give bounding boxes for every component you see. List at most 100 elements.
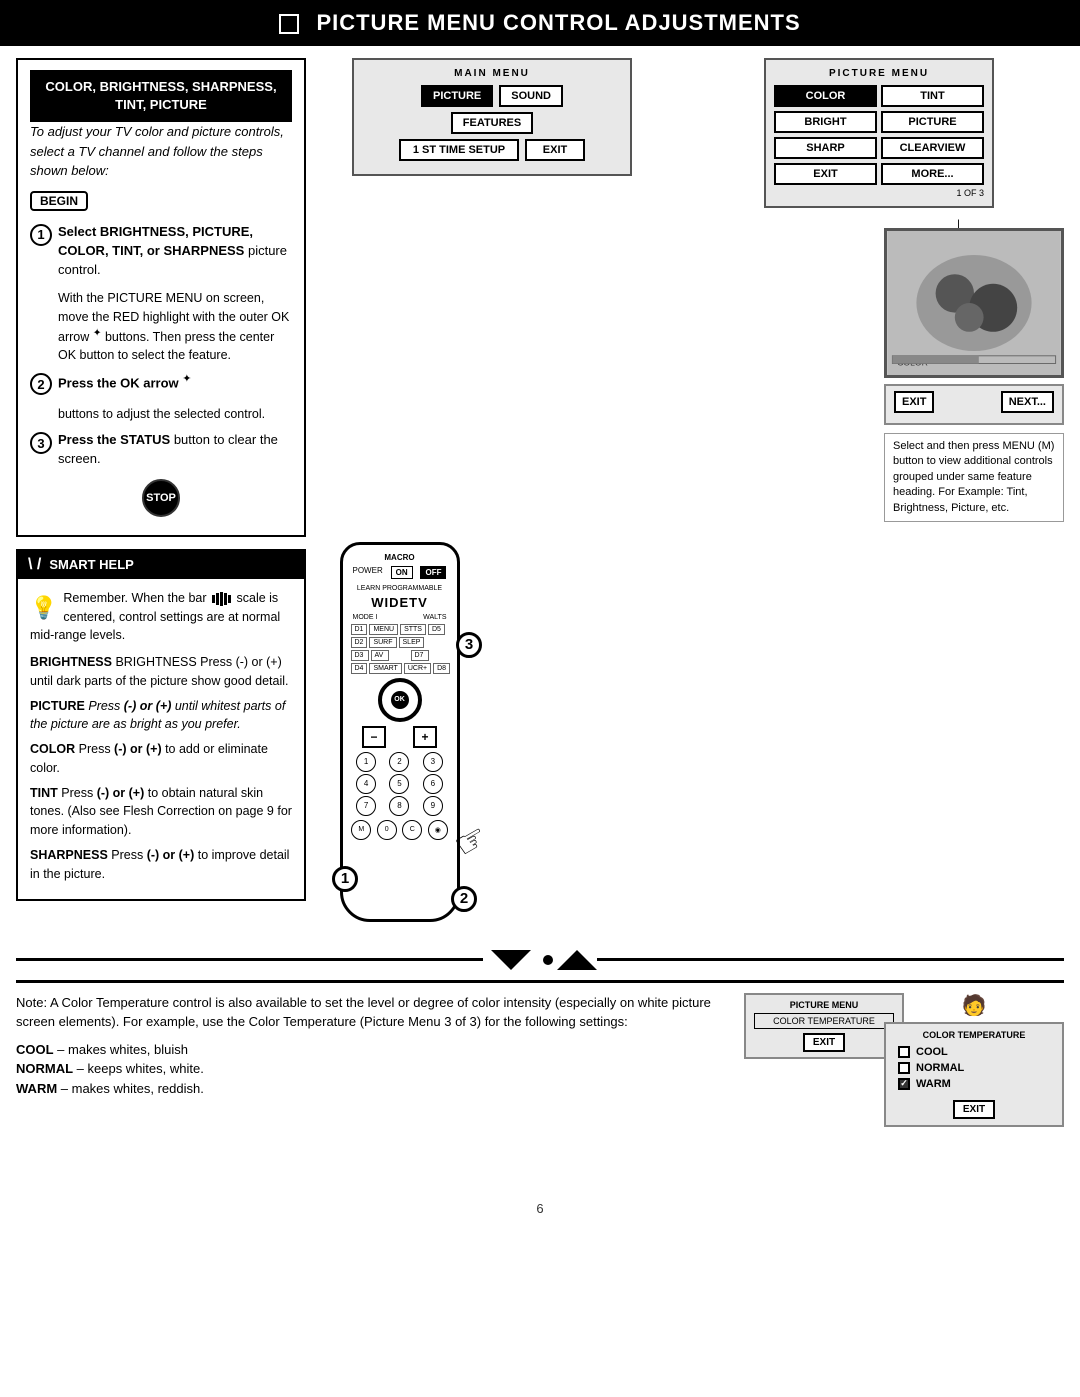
brand-label: WIDETV	[349, 595, 451, 610]
brightness-label: BRIGHTNESS	[30, 655, 112, 669]
ucr-btn: UCR+	[404, 663, 431, 674]
page-title-bar: PICTURE MENU CONTROL ADJUSTMENTS	[0, 0, 1080, 46]
c-btn[interactable]: C	[402, 820, 422, 840]
instructions-box: COLOR, BRIGHTNESS, SHARPNESS, TINT, PICT…	[16, 58, 306, 537]
tint-pm-btn: TINT	[881, 85, 984, 107]
main-menu-row1: PICTURE SOUND	[362, 85, 622, 107]
picture-label: PICTURE	[30, 699, 85, 713]
badge-2: 2	[451, 886, 477, 912]
bright-pm-btn: BRIGHT	[774, 111, 877, 133]
smart-row: D4 SMART UCR+ D8	[351, 663, 449, 674]
section-header: COLOR, BRIGHTNESS, SHARPNESS, TINT, PICT…	[30, 70, 292, 122]
features-btn: FEATURES	[451, 112, 533, 134]
sharp-pm-btn: SHARP	[774, 137, 877, 159]
ct-inner-exit-row: EXIT	[894, 1100, 1054, 1119]
ct-outer-exit: EXIT	[803, 1033, 845, 1052]
note-paragraph: Note: A Color Temperature control is als…	[16, 993, 724, 1032]
color-nav-screen: EXIT NEXT...	[884, 384, 1064, 425]
ct-cool-item: COOL	[894, 1044, 1054, 1060]
step-2-detail: buttons to adjust the selected control.	[58, 405, 292, 423]
step-1: 1 Select BRIGHTNESS, PICTURE, COLOR, TIN…	[30, 223, 292, 280]
food-svg: COLOR	[887, 231, 1061, 375]
warm-label: WARM	[16, 1081, 57, 1096]
sharpness-label: SHARPNESS	[30, 848, 108, 862]
codes-label: LEARN PROGRAMMABLE	[349, 585, 451, 592]
num-2[interactable]: 2	[389, 752, 409, 772]
food-image: COLOR	[884, 228, 1064, 378]
main-menu-row3: 1 ST TIME SETUP EXIT	[362, 139, 622, 161]
surf-btn: SURF	[369, 637, 396, 648]
page-title: PICTURE MENU CONTROL ADJUSTMENTS	[316, 10, 800, 35]
top-btn-row: D1 MENU STTS D5	[351, 624, 449, 635]
divider-row	[16, 950, 1064, 970]
exit-next-row: EXIT NEXT...	[894, 391, 1054, 413]
normal-label: NORMAL	[16, 1061, 73, 1076]
av-row: D3 AV D7	[351, 650, 449, 661]
divider-dot	[543, 955, 553, 965]
num-4[interactable]: 4	[356, 774, 376, 794]
remote-control-wrap: 3 MACRO POWER ON OFF LEARN PROGRAMMABLE …	[322, 542, 477, 922]
stop-label: STOP	[146, 492, 176, 504]
main-menu-area: MAIN MENU PICTURE SOUND FEATURES 1 ST TI…	[332, 58, 632, 522]
num-9[interactable]: 9	[423, 796, 443, 816]
num-3[interactable]: 3	[423, 752, 443, 772]
cool-label: COOL	[16, 1042, 54, 1057]
num-6[interactable]: 6	[423, 774, 443, 794]
ct-warm-label: WARM	[916, 1078, 951, 1090]
d1-btn: D1	[351, 624, 368, 635]
slash-icon: \ /	[28, 556, 41, 574]
menu-btn-r: MENU	[369, 624, 398, 635]
num-7[interactable]: 7	[356, 796, 376, 816]
step-3-content: Press the STATUS button to clear the scr…	[58, 431, 292, 469]
ct-inner-area: 🧑 COLOR TEMPERATURE COOL NORMAL ✓ WARM	[884, 993, 1064, 1127]
intro-text: To adjust your TV color and picture cont…	[30, 122, 292, 181]
1st-time-setup-btn: 1 ST TIME SETUP	[399, 139, 519, 161]
bottom-section: Note: A Color Temperature control is als…	[16, 980, 1064, 1193]
ct-outer-screen: PICTURE MENU COLOR TEMPERATURE EXIT	[744, 993, 904, 1059]
color-label: COLOR	[30, 742, 75, 756]
step-3: 3 Press the STATUS button to clear the s…	[30, 431, 292, 469]
begin-badge: BEGIN	[30, 191, 88, 211]
picture-menu-grid: COLOR TINT BRIGHT PICTURE SHARP CLEARVIE…	[774, 85, 984, 185]
exit-btn-main: EXIT	[525, 139, 585, 161]
side-note-text: Select and then press MENU (M) button to…	[893, 440, 1054, 514]
power-row: POWER ON OFF	[349, 566, 451, 579]
step-1-content: Select BRIGHTNESS, PICTURE, COLOR, TINT,…	[58, 223, 292, 280]
middle-area: 3 MACRO POWER ON OFF LEARN PROGRAMMABLE …	[322, 512, 1064, 922]
title-square-icon	[279, 14, 299, 34]
picture-btn: PICTURE	[421, 85, 493, 107]
ct-normal-item: NORMAL	[894, 1060, 1054, 1076]
d7-btn: D7	[411, 650, 429, 661]
picture-menu-area: PICTURE MENU COLOR TINT BRIGHT PICTURE S…	[764, 58, 1064, 522]
smart-help-content: 💡 Remember. When the bar scale is center…	[18, 579, 304, 900]
tint-label: TINT	[30, 786, 58, 800]
divider-triangle2	[557, 950, 597, 970]
ok-center: OK	[391, 691, 409, 709]
bulb-icon: 💡	[30, 591, 57, 624]
normal-line: NORMAL – keeps whites, white.	[16, 1059, 724, 1079]
picture-menu-label: PICTURE MENU	[774, 68, 984, 79]
0-btn[interactable]: 0	[377, 820, 397, 840]
sound-btn: SOUND	[499, 85, 563, 107]
ok-ring: OK	[378, 678, 422, 722]
step-3-number: 3	[30, 432, 52, 454]
food-tv-image: COLOR	[884, 228, 1064, 378]
page-number: 6	[0, 1193, 1080, 1224]
step-2: 2 Press the OK arrow ✦	[30, 372, 292, 395]
main-menu-screen: MAIN MENU PICTURE SOUND FEATURES 1 ST TI…	[352, 58, 632, 176]
minus-btn[interactable]: −	[362, 726, 385, 748]
num-8[interactable]: 8	[389, 796, 409, 816]
m-btn[interactable]: M	[351, 820, 371, 840]
smart-help-box: \ / SMART HELP 💡 Remember. When the bar …	[16, 549, 306, 902]
of-label: 1 OF 3	[774, 188, 984, 198]
num-1[interactable]: 1	[356, 752, 376, 772]
plus-btn[interactable]: +	[413, 726, 436, 748]
off-btn: OFF	[420, 566, 446, 579]
step-1-number: 1	[30, 224, 52, 246]
extra-btn[interactable]: ◉	[428, 820, 448, 840]
ct-inner-screen: COLOR TEMPERATURE COOL NORMAL ✓ WARM	[884, 1022, 1064, 1127]
power-label: POWER	[353, 566, 383, 579]
num-5[interactable]: 5	[389, 774, 409, 794]
exit-color-btn: EXIT	[894, 391, 934, 413]
smart-help-header: \ / SMART HELP	[18, 551, 304, 579]
